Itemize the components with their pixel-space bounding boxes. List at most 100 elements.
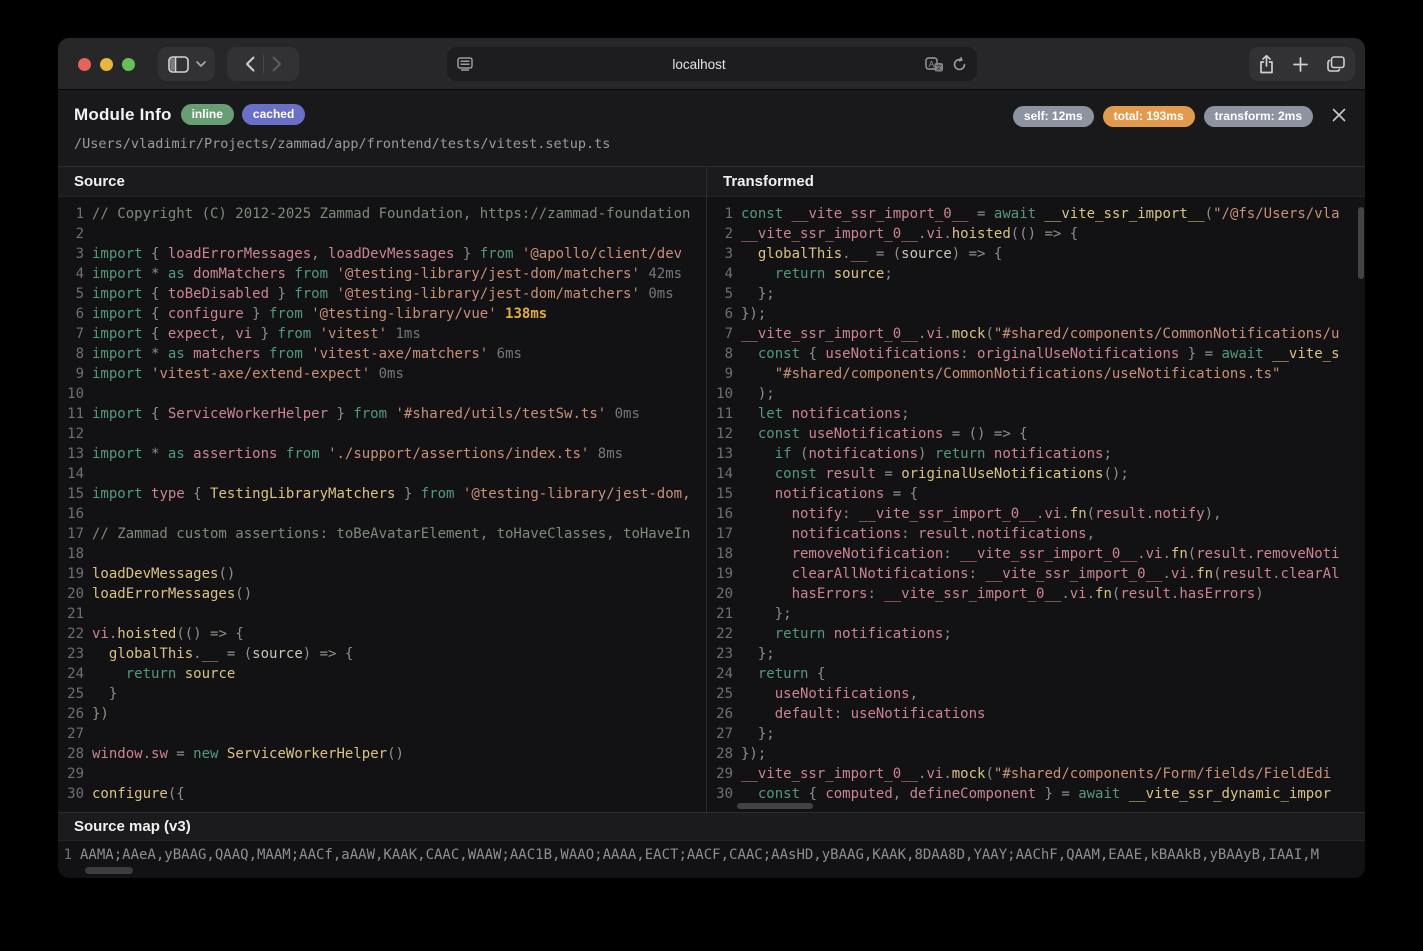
code-line: 21 };	[707, 604, 1365, 624]
code-line: 9 "#shared/components/CommonNotification…	[707, 364, 1365, 384]
code-line: 12 const useNotifications = () => {	[707, 424, 1365, 444]
code-line: 7import { expect, vi } from 'vitest' 1ms	[58, 324, 706, 344]
code-line: 30 const { computed, defineComponent } =…	[707, 784, 1365, 804]
code-line: 22 return notifications;	[707, 624, 1365, 644]
code-line: 24 return {	[707, 664, 1365, 684]
code-line: 17 notifications: result.notifications,	[707, 524, 1365, 544]
code-line: 13import * as assertions from './support…	[58, 444, 706, 464]
code-line: 15 notifications = {	[707, 484, 1365, 504]
transformed-panel-title: Transformed	[707, 167, 1365, 197]
sourcemap-title: Source map (v3)	[58, 813, 1365, 841]
address-bar[interactable]: localhost A 文	[447, 47, 977, 81]
back-icon[interactable]	[245, 56, 255, 72]
transformed-panel: Transformed 1const __vite_ssr_import_0__…	[707, 167, 1365, 812]
code-line: 3 globalThis.__ = (source) => {	[707, 244, 1365, 264]
code-line: 6});	[707, 304, 1365, 324]
toolbar-right-buttons	[1249, 47, 1355, 81]
transformed-code[interactable]: 1const __vite_ssr_import_0__ = await __v…	[707, 197, 1365, 812]
code-line: 20loadErrorMessages()	[58, 584, 706, 604]
sourcemap-line-number: 1	[58, 846, 80, 864]
code-line: 27	[58, 724, 706, 744]
reload-icon[interactable]	[952, 57, 967, 72]
sidebar-icon	[168, 56, 189, 73]
traffic-lights	[78, 58, 135, 71]
url-text[interactable]: localhost	[473, 57, 925, 72]
code-line: 28});	[707, 744, 1365, 764]
code-line: 24 return source	[58, 664, 706, 684]
code-line: 5import { toBeDisabled } from '@testing-…	[58, 284, 706, 304]
minimize-window-button[interactable]	[100, 58, 113, 71]
sourcemap-scrollbar[interactable]	[85, 867, 133, 874]
code-line: 16	[58, 504, 706, 524]
code-line: 11import { ServiceWorkerHelper } from '#…	[58, 404, 706, 424]
sidebar-toggle-button[interactable]	[158, 47, 215, 81]
horizontal-scrollbar[interactable]	[737, 803, 813, 809]
code-line: 2	[58, 224, 706, 244]
timing-badges: self: 12ms total: 193ms transform: 2ms	[1013, 106, 1313, 127]
code-line: 5 };	[707, 284, 1365, 304]
source-panel-title: Source	[58, 167, 706, 197]
share-icon[interactable]	[1259, 55, 1274, 74]
timing-badge: self: 12ms	[1013, 106, 1094, 127]
code-line: 9import 'vitest-axe/extend-expect' 0ms	[58, 364, 706, 384]
close-window-button[interactable]	[78, 58, 91, 71]
code-line: 17// Zammad custom assertions: toBeAvata…	[58, 524, 706, 544]
code-line: 16 notify: __vite_ssr_import_0__.vi.fn(r…	[707, 504, 1365, 524]
tab-overview-icon[interactable]	[1327, 56, 1345, 72]
code-line: 27 };	[707, 724, 1365, 744]
page-settings-icon[interactable]	[457, 57, 473, 71]
code-line: 25 useNotifications,	[707, 684, 1365, 704]
code-line: 21	[58, 604, 706, 624]
module-badge: inline	[181, 104, 234, 125]
source-panel: Source 1// Copyright (C) 2012-2025 Zamma…	[58, 167, 707, 812]
browser-window: localhost A 文	[58, 38, 1365, 878]
timing-badge: total: 193ms	[1103, 106, 1195, 127]
code-line: 28window.sw = new ServiceWorkerHelper()	[58, 744, 706, 764]
chevron-down-icon	[196, 61, 206, 67]
code-line: 11 let notifications;	[707, 404, 1365, 424]
code-line: 18	[58, 544, 706, 564]
nav-divider	[263, 55, 264, 73]
source-code[interactable]: 1// Copyright (C) 2012-2025 Zammad Found…	[58, 197, 706, 812]
code-line: 8 const { useNotifications: originalUseN…	[707, 344, 1365, 364]
code-line: 20 hasErrors: __vite_ssr_import_0__.vi.f…	[707, 584, 1365, 604]
code-line: 26})	[58, 704, 706, 724]
nav-buttons	[227, 47, 299, 81]
page-title: Module Info	[74, 105, 172, 125]
close-icon	[1332, 108, 1346, 122]
code-line: 8import * as matchers from 'vitest-axe/m…	[58, 344, 706, 364]
timing-badge: transform: 2ms	[1204, 106, 1313, 127]
code-line: 25 }	[58, 684, 706, 704]
code-line: 19loadDevMessages()	[58, 564, 706, 584]
code-line: 30configure({	[58, 784, 706, 804]
code-line: 4import * as domMatchers from '@testing-…	[58, 264, 706, 284]
code-line: 3import { loadErrorMessages, loadDevMess…	[58, 244, 706, 264]
svg-text:A: A	[929, 58, 935, 68]
module-badges: inline cached	[181, 104, 306, 125]
module-file-path: /Users/vladimir/Projects/zammad/app/fron…	[74, 136, 610, 152]
close-panel-button[interactable]	[1327, 103, 1351, 127]
sourcemap-content: AAMA;AAeA,yBAAG,QAAQ,MAAM;AACf,aAAW,KAAK…	[80, 846, 1319, 864]
code-line: 4 return source;	[707, 264, 1365, 284]
vertical-scrollbar[interactable]	[1358, 207, 1364, 279]
code-line: 23 };	[707, 644, 1365, 664]
code-line: 6import { configure } from '@testing-lib…	[58, 304, 706, 324]
code-line: 22vi.hoisted(() => {	[58, 624, 706, 644]
code-line: 13 if (notifications) return notificatio…	[707, 444, 1365, 464]
code-line: 26 default: useNotifications	[707, 704, 1365, 724]
forward-icon[interactable]	[272, 56, 282, 72]
code-line: 14 const result = originalUseNotificatio…	[707, 464, 1365, 484]
new-tab-icon[interactable]	[1293, 57, 1308, 72]
sourcemap-section: Source map (v3) 1 AAMA;AAeA,yBAAG,QAAQ,M…	[58, 812, 1365, 878]
zoom-window-button[interactable]	[122, 58, 135, 71]
sourcemap-code[interactable]: 1 AAMA;AAeA,yBAAG,QAAQ,MAAM;AACf,aAAW,KA…	[58, 841, 1365, 878]
svg-text:文: 文	[935, 62, 942, 71]
code-line: 18 removeNotification: __vite_ssr_import…	[707, 544, 1365, 564]
module-badge: cached	[242, 104, 305, 125]
code-panels: Source 1// Copyright (C) 2012-2025 Zamma…	[58, 166, 1365, 812]
code-line: 12	[58, 424, 706, 444]
code-line: 2__vite_ssr_import_0__.vi.hoisted(() => …	[707, 224, 1365, 244]
code-line: 23 globalThis.__ = (source) => {	[58, 644, 706, 664]
code-line: 29	[58, 764, 706, 784]
translate-icon[interactable]: A 文	[925, 57, 944, 72]
